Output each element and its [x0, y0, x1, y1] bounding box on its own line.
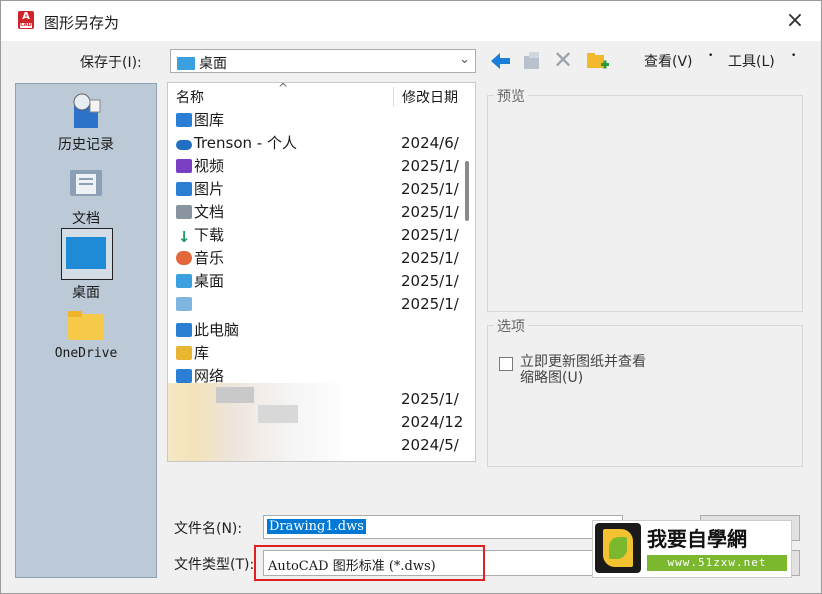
sidebar-item-documents[interactable]: 文档: [16, 164, 156, 228]
new-folder-icon[interactable]: [586, 50, 610, 72]
sidebar-item-onedrive[interactable]: OneDrive: [16, 308, 156, 361]
places-sidebar: 历史记录 文档 桌面 OneDrive: [15, 83, 157, 578]
filename-label: 文件名(N):: [174, 521, 243, 537]
save-in-combo[interactable]: 桌面 ⌄: [170, 49, 476, 73]
desktop-icon: [176, 274, 192, 288]
sidebar-item-desktop-selected[interactable]: [61, 228, 113, 280]
sort-arrow-icon: ^: [278, 82, 289, 95]
column-header-date[interactable]: 修改日期: [393, 87, 458, 107]
options-group: [487, 325, 803, 467]
library-icon: [176, 346, 192, 360]
preview-label: 预览: [494, 86, 528, 106]
update-thumbnail-checkbox[interactable]: [499, 357, 513, 371]
list-item[interactable]: 视频 2025/1/: [176, 155, 475, 178]
desktop-icon: [66, 237, 106, 269]
highlight-box: [254, 545, 485, 581]
up-folder-icon[interactable]: [522, 50, 544, 72]
dialog-title: 图形另存为: [44, 14, 120, 32]
history-icon: [73, 93, 101, 128]
list-item[interactable]: 图库: [176, 109, 475, 132]
redacted-block: [258, 405, 298, 423]
documents-icon: [176, 205, 192, 219]
view-menu[interactable]: 查看(V): [644, 51, 693, 71]
tools-menu-arrow[interactable]: •: [791, 51, 796, 61]
list-item[interactable]: Trenson - 个人 2024/6/: [176, 132, 475, 155]
list-item[interactable]: 2025/1/: [176, 293, 475, 316]
desktop-folder-icon: [177, 57, 195, 70]
update-thumbnail-label: 立即更新图纸并查看 缩略图(U): [520, 354, 646, 386]
music-icon: [176, 251, 192, 265]
preview-group: [487, 95, 803, 312]
close-button[interactable]: ×: [782, 8, 808, 34]
onedrive-folder-icon: [68, 311, 104, 340]
videos-icon: [176, 159, 192, 173]
autocad-app-icon: A CAD: [18, 11, 34, 29]
documents-icon: [70, 170, 102, 196]
pictures-icon: [176, 182, 192, 196]
list-item[interactable]: 图片 2025/1/: [176, 178, 475, 201]
onedrive-cloud-icon: [176, 140, 192, 150]
tools-menu[interactable]: 工具(L): [728, 51, 775, 71]
list-item[interactable]: 此电脑: [176, 319, 475, 342]
list-item[interactable]: 音乐 2025/1/: [176, 247, 475, 270]
options-label: 选项: [494, 316, 528, 336]
chevron-down-icon: ⌄: [459, 52, 470, 67]
save-in-value-wrap: 桌面: [177, 53, 227, 73]
list-item[interactable]: 文档 2025/1/: [176, 201, 475, 224]
filename-field[interactable]: Drawing1.dws: [263, 515, 623, 539]
folder-icon: [176, 297, 192, 311]
save-in-value: 桌面: [199, 56, 227, 72]
watermark-logo: 我要自學網 www.51zxw.net: [592, 520, 792, 578]
network-icon: [176, 369, 192, 383]
view-menu-arrow[interactable]: •: [708, 51, 713, 61]
sidebar-item-desktop-label: 桌面: [72, 285, 100, 301]
title-bar: [1, 1, 821, 41]
list-item[interactable]: 桌面 2025/1/: [176, 270, 475, 293]
save-in-label: 保存于(I):: [80, 55, 142, 71]
filetype-label: 文件类型(T):: [174, 557, 255, 573]
vertical-scrollbar[interactable]: [465, 161, 469, 221]
sidebar-item-history[interactable]: 历史记录: [16, 90, 156, 154]
gallery-icon: [176, 113, 192, 127]
back-arrow-icon[interactable]: [490, 51, 512, 71]
column-header-name[interactable]: 名称: [176, 87, 204, 107]
download-icon: ↓: [177, 228, 191, 246]
computer-icon: [176, 323, 192, 337]
list-item[interactable]: ↓ 下载 2025/1/: [176, 224, 475, 247]
redacted-block: [216, 387, 254, 403]
list-item[interactable]: 库: [176, 342, 475, 365]
watermark-leaf-icon: [595, 523, 641, 573]
watermark-title: 我要自學網: [647, 527, 747, 551]
watermark-url: www.51zxw.net: [647, 555, 787, 571]
sidebar-item-label: OneDrive: [54, 346, 118, 361]
sidebar-item-label: 文档: [72, 211, 100, 227]
filename-value: Drawing1.dws: [267, 519, 366, 534]
file-list[interactable]: 名称 ^ 修改日期 图库 Trenson - 个人 2024/6/ 视频 2025/…: [167, 82, 476, 462]
delete-icon[interactable]: ✕: [553, 46, 573, 74]
sidebar-item-label: 历史记录: [58, 137, 114, 153]
